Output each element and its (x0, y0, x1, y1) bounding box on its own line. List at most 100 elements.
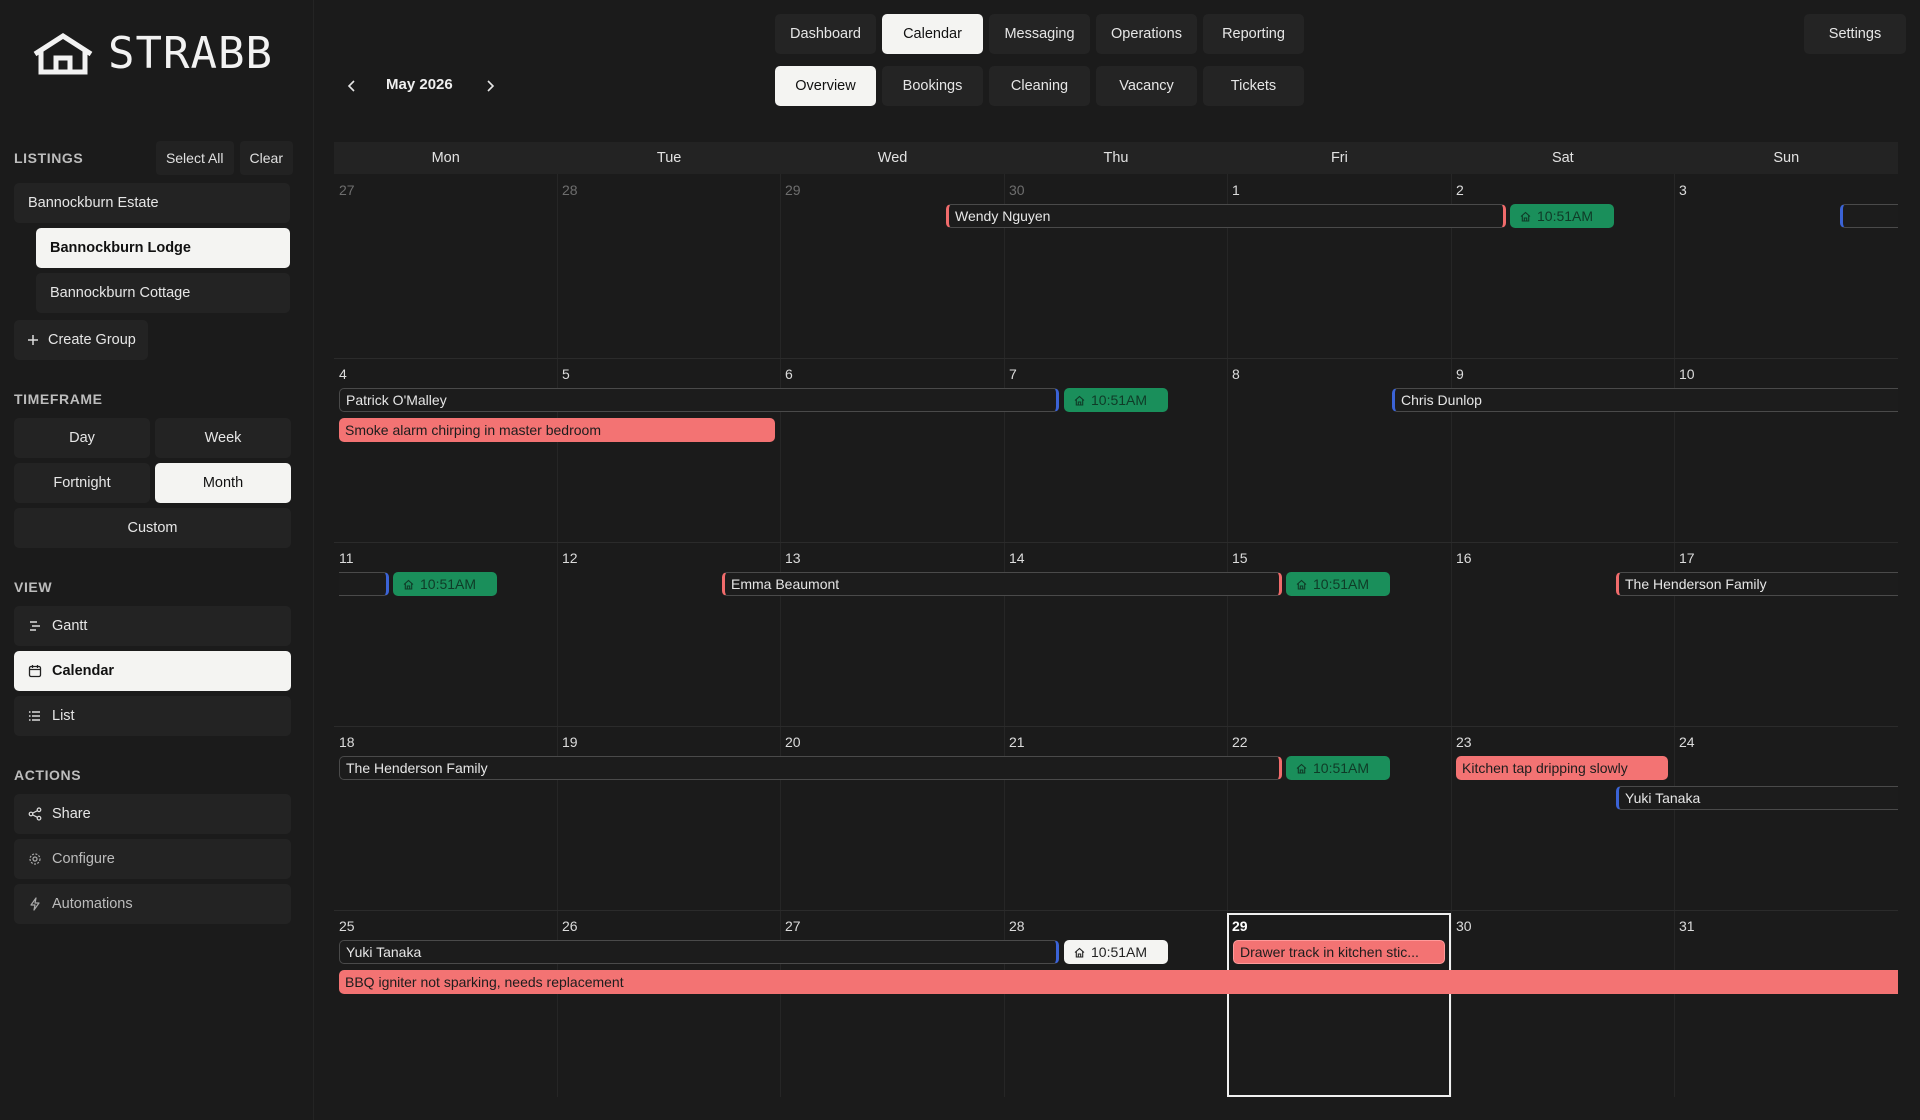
subtab-vacancy[interactable]: Vacancy (1096, 66, 1197, 106)
day-number: 29 (785, 182, 801, 198)
timeframe-week[interactable]: Week (155, 418, 291, 458)
subtab-bookings[interactable]: Bookings (882, 66, 983, 106)
configure-button[interactable]: Configure (14, 839, 291, 879)
tab-reporting[interactable]: Reporting (1203, 14, 1304, 54)
listings-header: LISTINGS Select All Clear (14, 141, 293, 175)
list-icon (28, 709, 42, 723)
timeframe-custom[interactable]: Custom (14, 508, 291, 548)
house-icon (403, 579, 414, 590)
day-number: 27 (339, 182, 355, 198)
share-button[interactable]: Share (14, 794, 291, 834)
booking-continuing[interactable] (1840, 204, 1898, 228)
grid-divider (1674, 174, 1675, 1097)
timeframe-fortnight[interactable]: Fortnight (14, 463, 150, 503)
day-number: 1 (1232, 182, 1240, 198)
tab-calendar[interactable]: Calendar (882, 14, 983, 54)
clear-button[interactable]: Clear (239, 141, 293, 175)
subtab-cleaning[interactable]: Cleaning (989, 66, 1090, 106)
weekday-header: Mon Tue Wed Thu Fri Sat Sun (334, 142, 1898, 174)
booking-yuki-tanaka[interactable]: Yuki Tanaka (339, 940, 1059, 964)
weekday-wed: Wed (877, 150, 908, 166)
gantt-icon (28, 619, 42, 633)
day-number: 9 (1456, 366, 1464, 382)
tab-messaging[interactable]: Messaging (989, 14, 1090, 54)
house-icon (1074, 395, 1085, 406)
actions-heading: ACTIONS (14, 767, 82, 783)
listing-bannockburn-lodge[interactable]: Bannockburn Lodge (36, 228, 290, 268)
booking-chris-dunlop[interactable]: Chris Dunlop (1392, 388, 1898, 412)
timeframe-month[interactable]: Month (155, 463, 291, 503)
weekday-sun: Sun (1773, 150, 1800, 166)
day-number: 14 (1009, 550, 1025, 566)
create-group-button[interactable]: Create Group (14, 320, 148, 360)
checkin-time: 10:51AM (1537, 208, 1594, 224)
tab-operations[interactable]: Operations (1096, 14, 1197, 54)
tab-dashboard[interactable]: Dashboard (775, 14, 876, 54)
booking-wendy-nguyen[interactable]: Wendy Nguyen (946, 204, 1506, 228)
view-heading: VIEW (14, 579, 53, 595)
configure-label: Configure (52, 851, 115, 867)
day-number: 30 (1456, 918, 1472, 934)
share-label: Share (52, 806, 91, 822)
day-number: 30 (1009, 182, 1025, 198)
day-number: 28 (1009, 918, 1025, 934)
checkin-badge[interactable]: 10:51AM (1064, 388, 1168, 412)
month-calendar: Mon Tue Wed Thu Fri Sat Sun 27 28 29 30 … (334, 142, 1898, 1097)
next-month-button[interactable] (478, 74, 502, 98)
issue-smoke-alarm[interactable]: Smoke alarm chirping in master bedroom (339, 418, 775, 442)
day-number: 20 (785, 734, 801, 750)
house-icon (1520, 211, 1531, 222)
weekday-tue: Tue (656, 150, 682, 166)
grid-divider (334, 542, 1898, 543)
day-number: 2 (1456, 182, 1464, 198)
view-calendar-label: Calendar (52, 663, 115, 679)
view-calendar[interactable]: Calendar (14, 651, 291, 691)
booking-henderson-family[interactable]: The Henderson Family (339, 756, 1282, 780)
select-all-button[interactable]: Select All (155, 141, 234, 175)
settings-button[interactable]: Settings (1804, 14, 1906, 54)
grid-divider (334, 726, 1898, 727)
automations-button[interactable]: Automations (14, 884, 291, 924)
plus-icon (26, 333, 40, 347)
view-list[interactable]: List (14, 696, 291, 736)
prev-month-button[interactable] (340, 74, 364, 98)
subtab-tickets[interactable]: Tickets (1203, 66, 1304, 106)
checkin-badge[interactable]: 10:51AM (393, 572, 497, 596)
timeframe-day[interactable]: Day (14, 418, 150, 458)
day-number: 27 (785, 918, 801, 934)
day-number: 21 (1009, 734, 1025, 750)
checkin-badge[interactable]: 10:51AM (1286, 572, 1390, 596)
day-number: 26 (562, 918, 578, 934)
issue-drawer-track[interactable]: Drawer track in kitchen stic... (1233, 940, 1445, 964)
weekday-sat: Sat (1551, 150, 1574, 166)
sidebar: STRABB LISTINGS Select All Clear Bannock… (0, 0, 314, 1120)
booking-henderson-family[interactable]: The Henderson Family (1616, 572, 1898, 596)
house-icon (1074, 947, 1085, 958)
listing-bannockburn-cottage[interactable]: Bannockburn Cottage (36, 273, 290, 313)
grid-divider (1451, 174, 1452, 1097)
day-number: 6 (785, 366, 793, 382)
day-number: 13 (785, 550, 801, 566)
brand-name: STRABB (108, 28, 273, 79)
brand-logo[interactable]: STRABB (32, 28, 273, 79)
issue-bbq-igniter[interactable]: BBQ igniter not sparking, needs replacem… (339, 970, 1898, 994)
checkin-badge[interactable]: 10:51AM (1510, 204, 1614, 228)
booking-patrick-omalley[interactable]: Patrick O'Malley (339, 388, 1059, 412)
checkin-badge[interactable]: 10:51AM (1286, 756, 1390, 780)
listing-group-bannockburn-estate[interactable]: Bannockburn Estate (14, 183, 290, 223)
share-icon (28, 807, 42, 821)
checkin-time: 10:51AM (1313, 576, 1370, 592)
weekday-fri: Fri (1330, 150, 1348, 166)
day-number: 3 (1679, 182, 1687, 198)
checkin-badge[interactable]: 10:51AM (1064, 940, 1168, 964)
day-number: 12 (562, 550, 578, 566)
view-gantt[interactable]: Gantt (14, 606, 291, 646)
day-number: 19 (562, 734, 578, 750)
subtab-overview[interactable]: Overview (775, 66, 876, 106)
booking-yuki-tanaka[interactable]: Yuki Tanaka (1616, 786, 1898, 810)
issue-kitchen-tap[interactable]: Kitchen tap dripping slowly (1456, 756, 1668, 780)
gear-icon (28, 852, 42, 866)
booking-emma-beaumont[interactable]: Emma Beaumont (722, 572, 1282, 596)
booking-continuing[interactable] (339, 572, 389, 596)
grid-divider (334, 358, 1898, 359)
